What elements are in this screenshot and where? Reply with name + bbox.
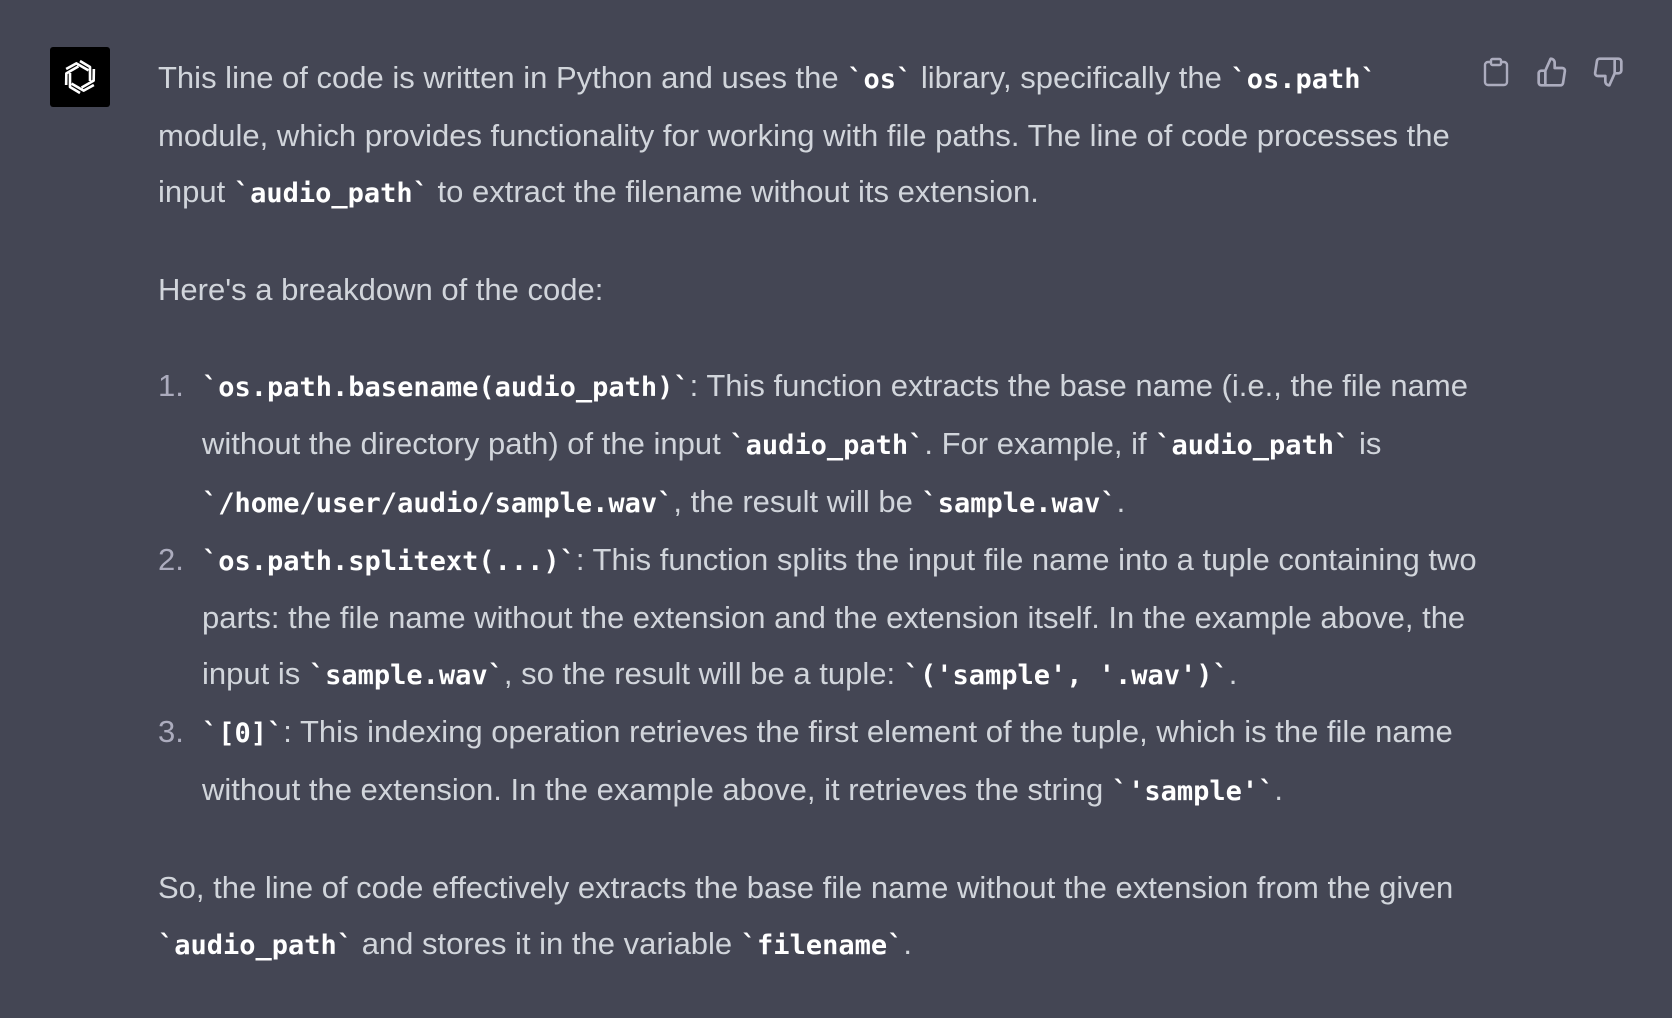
list-item: 1. `os.path.basename(audio_path)`: This … — [158, 358, 1478, 532]
text-run: is — [1350, 426, 1382, 461]
text-run: , so the result will be a tuple: — [503, 656, 904, 691]
inline-code: `os.path` — [1230, 64, 1377, 95]
thumbs-down-button[interactable] — [1590, 54, 1626, 90]
text-run: This line of code is written in Python a… — [158, 60, 848, 95]
inline-code: `'sample'` — [1111, 776, 1275, 807]
openai-logo-icon — [64, 59, 96, 95]
text-run: to extract the filename without its exte… — [428, 174, 1039, 209]
text-run: . For example, if — [924, 426, 1156, 461]
clipboard-icon — [1483, 57, 1509, 87]
message-conclusion-paragraph: So, the line of code effectively extract… — [158, 860, 1478, 974]
inline-code: `[0]` — [202, 718, 284, 749]
inline-code: `/home/user/audio/sample.wav` — [202, 488, 674, 519]
list-item-text: `os.path.splitext(...)`: This function s… — [202, 542, 1477, 691]
inline-code: `('sample', '.wav')` — [903, 660, 1229, 691]
inline-code: `sample.wav` — [921, 488, 1117, 519]
list-item: 3. `[0]`: This indexing operation retrie… — [158, 704, 1478, 820]
list-item-text: `[0]`: This indexing operation retrieves… — [202, 714, 1453, 807]
list-item-number: 3. — [158, 714, 184, 749]
thumbs-down-icon — [1593, 57, 1623, 87]
inline-code: `audio_path` — [158, 930, 354, 961]
text-run: . — [1228, 656, 1238, 691]
breakdown-list: 1. `os.path.basename(audio_path)`: This … — [158, 358, 1478, 820]
inline-code: `filename` — [740, 930, 904, 961]
inline-code: `audio_path` — [729, 430, 925, 461]
assistant-avatar — [50, 47, 110, 107]
message-actions — [1478, 54, 1626, 90]
text-run: . — [1274, 772, 1284, 807]
inline-code: `os.path.basename(audio_path)` — [202, 372, 690, 403]
inline-code: `sample.wav` — [308, 660, 504, 691]
breakdown-heading: Here's a breakdown of the code: — [158, 272, 604, 307]
inline-code: `audio_path` — [233, 178, 429, 209]
assistant-message: This line of code is written in Python a… — [158, 50, 1478, 974]
list-item: 2. `os.path.splitext(...)`: This functio… — [158, 532, 1478, 704]
inline-code: `os` — [847, 64, 913, 95]
text-run: library, specifically the — [912, 60, 1231, 95]
thumbs-up-button[interactable] — [1534, 54, 1570, 90]
text-run: So, the line of code effectively extract… — [158, 870, 1454, 905]
copy-button[interactable] — [1478, 54, 1514, 90]
inline-code: `audio_path` — [1155, 430, 1351, 461]
text-run: . — [1116, 484, 1126, 519]
list-item-text: `os.path.basename(audio_path)`: This fun… — [202, 368, 1468, 519]
text-run: . — [903, 926, 912, 961]
text-run: , the result will be — [673, 484, 922, 519]
inline-code: `os.path.splitext(...)` — [202, 546, 576, 577]
text-run: and stores it in the variable — [353, 926, 741, 961]
list-item-number: 1. — [158, 368, 184, 403]
message-intro-paragraph: This line of code is written in Python a… — [158, 50, 1478, 222]
list-item-number: 2. — [158, 542, 184, 577]
thumbs-up-icon — [1537, 57, 1567, 87]
